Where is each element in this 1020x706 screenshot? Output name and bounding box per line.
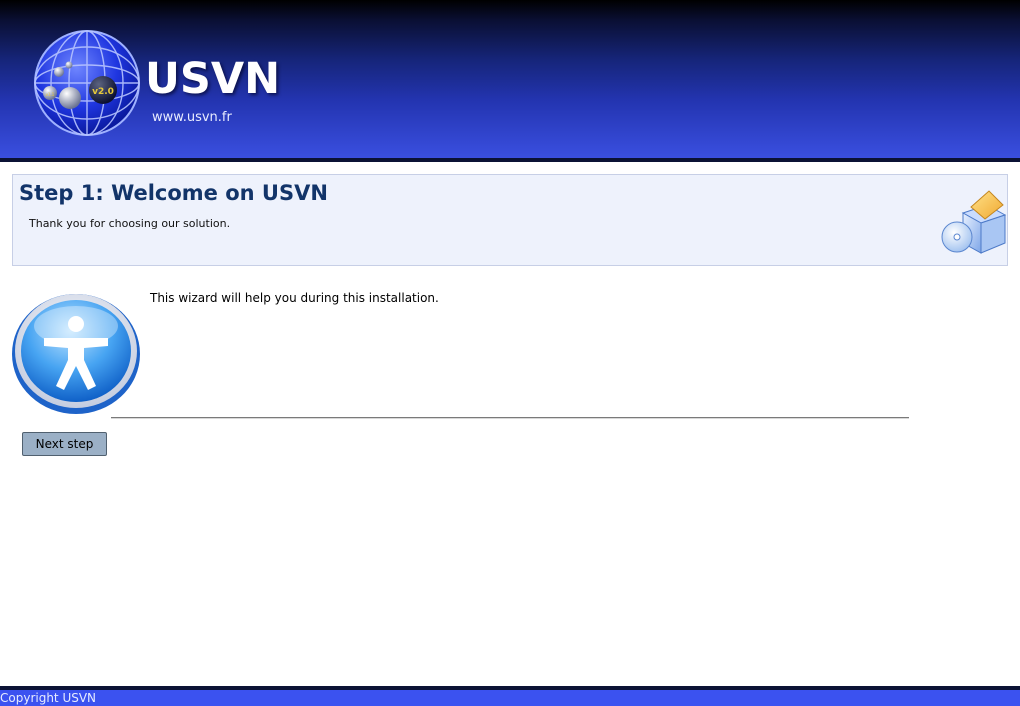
- usvn-globe-logo: v2.0 v1.1: [34, 30, 140, 136]
- separator-line: [111, 417, 909, 419]
- intro-text: This wizard will help you during this in…: [150, 291, 439, 305]
- page: v2.0 v1.1 USVN www.usvn.fr Step 1: Welco…: [0, 0, 1020, 706]
- logo-title: USVN: [145, 54, 281, 104]
- step-panel: Step 1: Welcome on USVN Thank you for ch…: [12, 174, 1008, 266]
- version-badge-small: v1.1: [46, 92, 55, 97]
- install-package-icon: [941, 190, 1007, 254]
- logo-url: www.usvn.fr: [152, 110, 232, 125]
- accessibility-icon: [12, 294, 140, 414]
- step-title: Step 1: Welcome on USVN: [19, 181, 328, 205]
- next-step-button[interactable]: Next step: [22, 432, 107, 456]
- version-badge: v2.0: [92, 87, 114, 97]
- step-subtitle: Thank you for choosing our solution.: [29, 217, 231, 230]
- copyright-text: Copyright USVN: [0, 691, 97, 705]
- header-banner: v2.0 v1.1 USVN www.usvn.fr: [0, 0, 1020, 158]
- header-divider: [0, 158, 1020, 162]
- footer-bar: Copyright USVN: [0, 690, 1020, 706]
